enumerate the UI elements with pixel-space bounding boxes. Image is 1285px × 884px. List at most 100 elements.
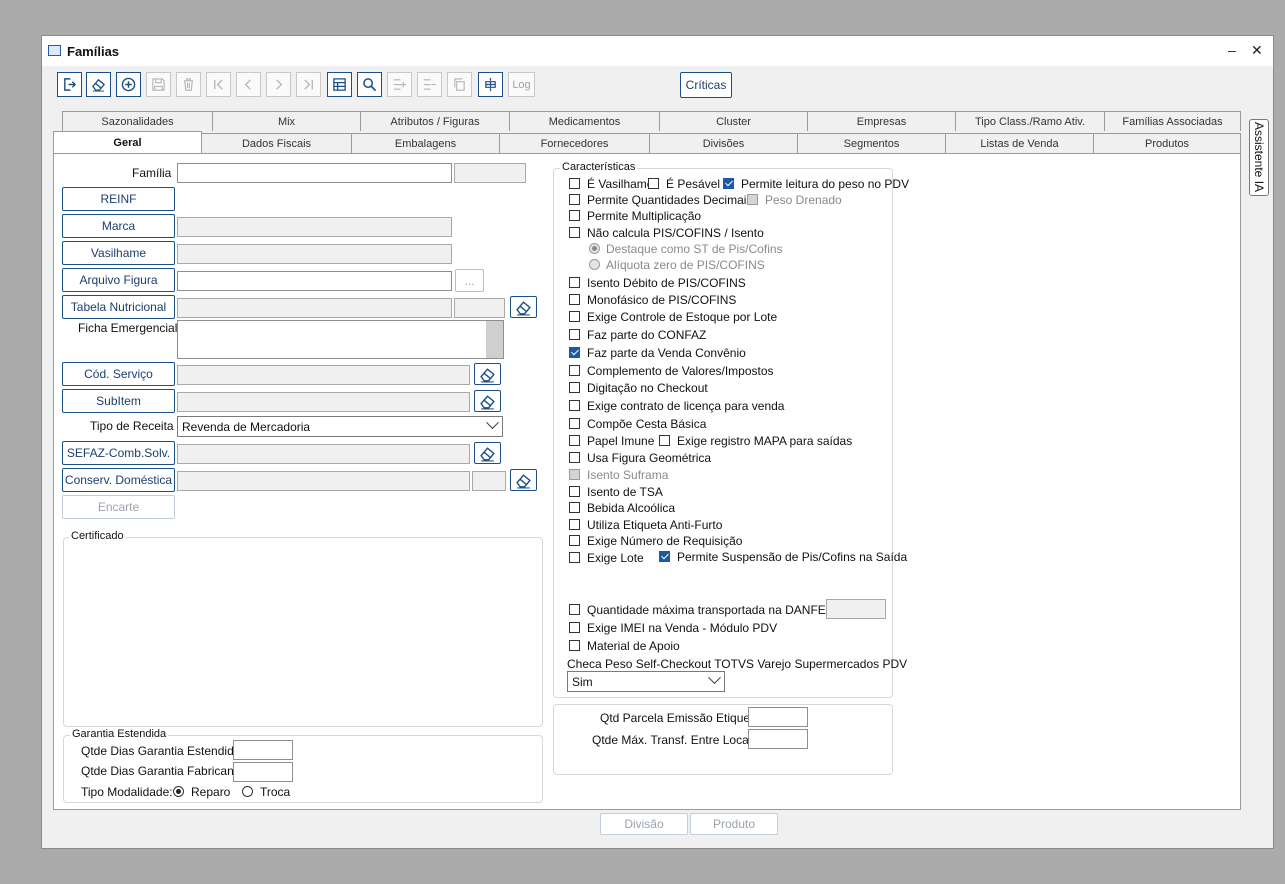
- sefaz-input[interactable]: [177, 444, 470, 464]
- controle-estoque-lote-checkbox[interactable]: [569, 311, 580, 322]
- sefaz-clear[interactable]: [474, 442, 501, 464]
- familia-input[interactable]: [177, 163, 452, 183]
- cod-servico-input[interactable]: [177, 365, 470, 385]
- tab-atributos-figuras[interactable]: Atributos / Figuras: [360, 111, 510, 131]
- marca-input[interactable]: [177, 217, 452, 237]
- exige-lote-checkbox[interactable]: [569, 552, 580, 563]
- permite-leitura-peso-checkbox[interactable]: [723, 178, 734, 189]
- previous-button[interactable]: [236, 72, 261, 97]
- search-button[interactable]: [357, 72, 382, 97]
- e-pesavel-checkbox[interactable]: [648, 178, 659, 189]
- cod-servico-clear[interactable]: [474, 363, 501, 385]
- monofasico-checkbox[interactable]: [569, 294, 580, 305]
- tab-sazonalidades[interactable]: Sazonalidades: [62, 111, 213, 131]
- bebida-alcoolica-checkbox[interactable]: [569, 502, 580, 513]
- aliquota-zero-radio[interactable]: [589, 259, 600, 270]
- qtd-max-danfe-input[interactable]: [826, 599, 886, 619]
- figura-geometrica-checkbox[interactable]: [569, 452, 580, 463]
- exit-button[interactable]: [57, 72, 82, 97]
- qtd-parcela-input[interactable]: [748, 707, 808, 727]
- conserv-domestica-clear[interactable]: [510, 469, 537, 491]
- cod-servico-button[interactable]: Cód. Serviço: [62, 362, 175, 386]
- tab-fornecedores[interactable]: Fornecedores: [499, 133, 650, 153]
- next-button[interactable]: [266, 72, 291, 97]
- nao-calcula-pis-checkbox[interactable]: [569, 227, 580, 238]
- clear-button[interactable]: [86, 72, 111, 97]
- remove-row-button[interactable]: [417, 72, 442, 97]
- add-row-button[interactable]: [387, 72, 412, 97]
- delete-button[interactable]: [176, 72, 201, 97]
- conserv-domestica-code[interactable]: [472, 471, 506, 491]
- columns-button[interactable]: [478, 72, 503, 97]
- tipo-receita-select[interactable]: Revenda de Mercadoria: [177, 416, 503, 437]
- tabela-nutricional-code[interactable]: [454, 298, 505, 318]
- checa-peso-select[interactable]: Sim: [567, 671, 725, 692]
- tab-geral[interactable]: Geral: [53, 131, 202, 154]
- first-button[interactable]: [206, 72, 231, 97]
- marca-button[interactable]: Marca: [62, 214, 175, 238]
- minimize-button[interactable]: –: [1228, 42, 1236, 58]
- tab-listas-de-venda[interactable]: Listas de Venda: [945, 133, 1094, 153]
- numero-requisicao-checkbox[interactable]: [569, 535, 580, 546]
- tab-segmentos[interactable]: Segmentos: [797, 133, 946, 153]
- last-button[interactable]: [296, 72, 321, 97]
- close-button[interactable]: ✕: [1251, 42, 1263, 59]
- qtde-max-transf-input[interactable]: [748, 729, 808, 749]
- permite-qtd-decimais-checkbox[interactable]: [569, 194, 580, 205]
- divisao-button[interactable]: Divisão: [600, 813, 688, 835]
- browse-button[interactable]: ...: [455, 269, 484, 292]
- copy-button[interactable]: [447, 72, 472, 97]
- complemento-valores-checkbox[interactable]: [569, 365, 580, 376]
- isento-suframa-checkbox[interactable]: [569, 469, 580, 480]
- save-button[interactable]: [146, 72, 171, 97]
- grid-button[interactable]: [327, 72, 352, 97]
- dias-estendida-input[interactable]: [233, 740, 293, 760]
- papel-imune-checkbox[interactable]: [569, 435, 580, 446]
- tab-tipo-class[interactable]: Tipo Class./Ramo Ativ.: [955, 111, 1105, 131]
- confaz-checkbox[interactable]: [569, 329, 580, 340]
- textarea-scrollbar[interactable]: [486, 321, 503, 358]
- etiqueta-antifurto-checkbox[interactable]: [569, 519, 580, 530]
- encarte-button[interactable]: Encarte: [62, 495, 175, 519]
- tabela-nutricional-button[interactable]: Tabela Nutricional: [62, 295, 175, 319]
- peso-drenado-checkbox[interactable]: [747, 194, 758, 205]
- tabela-nutricional-clear[interactable]: [510, 296, 537, 318]
- familia-code-input[interactable]: [454, 163, 526, 183]
- subitem-input[interactable]: [177, 392, 470, 412]
- vasilhame-input[interactable]: [177, 244, 452, 264]
- cesta-basica-checkbox[interactable]: [569, 418, 580, 429]
- conserv-domestica-input[interactable]: [177, 471, 470, 491]
- isento-debito-checkbox[interactable]: [569, 277, 580, 288]
- criticas-button[interactable]: Críticas: [680, 72, 732, 98]
- material-apoio-checkbox[interactable]: [569, 640, 580, 651]
- e-vasilhame-checkbox[interactable]: [569, 178, 580, 189]
- tab-empresas[interactable]: Empresas: [807, 111, 956, 131]
- subitem-clear[interactable]: [474, 390, 501, 412]
- assistente-ia-tab[interactable]: Assistente IA: [1249, 119, 1269, 196]
- qtd-max-danfe-checkbox[interactable]: [569, 604, 580, 615]
- subitem-button[interactable]: SubItem: [62, 389, 175, 413]
- tab-cluster[interactable]: Cluster: [659, 111, 808, 131]
- vasilhame-button[interactable]: Vasilhame: [62, 241, 175, 265]
- registro-mapa-checkbox[interactable]: [659, 435, 670, 446]
- suspensao-pis-checkbox[interactable]: [659, 551, 670, 562]
- reparo-radio[interactable]: [173, 786, 184, 797]
- log-button[interactable]: Log: [508, 72, 535, 97]
- conserv-domestica-button[interactable]: Conserv. Doméstica: [62, 468, 175, 492]
- isento-tsa-checkbox[interactable]: [569, 486, 580, 497]
- tab-divisoes[interactable]: Divisões: [649, 133, 798, 153]
- permite-multiplicacao-checkbox[interactable]: [569, 210, 580, 221]
- produto-button[interactable]: Produto: [690, 813, 778, 835]
- reinf-button[interactable]: REINF: [62, 187, 175, 211]
- digitacao-checkout-checkbox[interactable]: [569, 382, 580, 393]
- arquivo-figura-input[interactable]: [177, 271, 452, 291]
- imei-venda-checkbox[interactable]: [569, 622, 580, 633]
- tabela-nutricional-input[interactable]: [177, 298, 452, 318]
- add-button[interactable]: [116, 72, 141, 97]
- tab-embalagens[interactable]: Embalagens: [351, 133, 500, 153]
- contrato-licenca-checkbox[interactable]: [569, 400, 580, 411]
- ficha-emergencial-textarea[interactable]: [177, 320, 504, 359]
- tab-produtos[interactable]: Produtos: [1093, 133, 1241, 153]
- tab-mix[interactable]: Mix: [212, 111, 361, 131]
- tab-familias-associadas[interactable]: Famílias Associadas: [1104, 111, 1241, 131]
